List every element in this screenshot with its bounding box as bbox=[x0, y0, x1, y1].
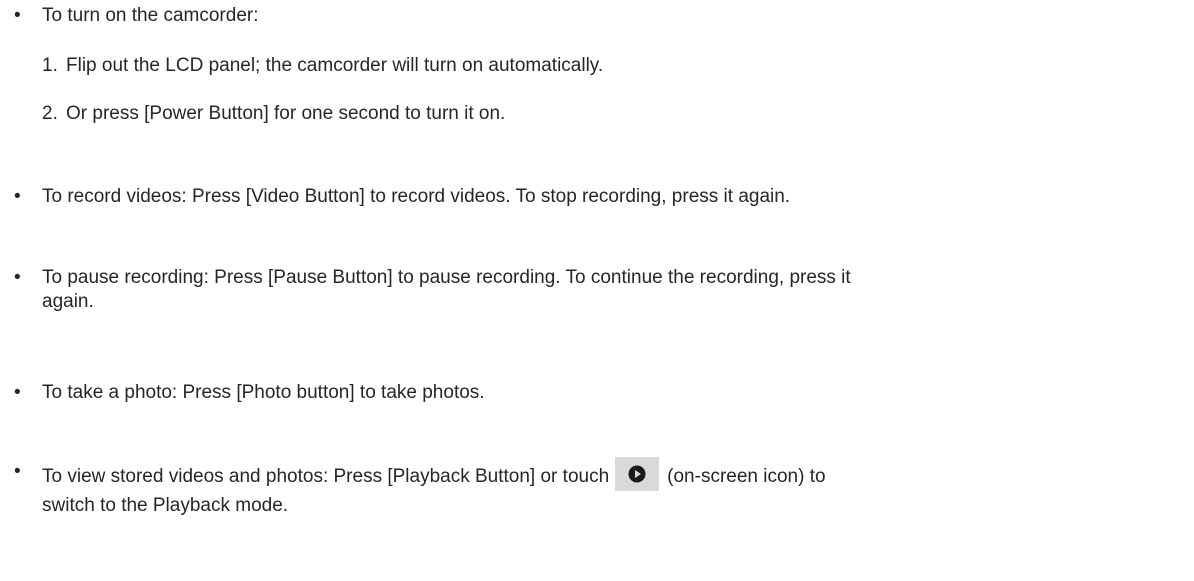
step-number: 2. bbox=[42, 103, 58, 124]
bullet-take-photo-text: To take a photo: Press [Photo button] to… bbox=[42, 382, 485, 403]
bullet-dot: • bbox=[14, 5, 21, 26]
step-item: 1. Flip out the LCD panel; the camcorder … bbox=[42, 54, 603, 78]
step-number: 1. bbox=[42, 55, 58, 76]
pause-line-1: To pause recording: Press [Pause Button]… bbox=[42, 267, 851, 288]
bullet-dot: • bbox=[14, 186, 21, 207]
bullet-record-videos-text: To record videos: Press [Video Button] t… bbox=[42, 186, 791, 207]
bullet-turn-on-text: To turn on the camcorder: bbox=[42, 5, 259, 26]
instructions-page: • To turn on the camcorder: 1. Flip out t… bbox=[0, 0, 1194, 581]
bullet-dot: • bbox=[14, 461, 21, 482]
bullet-pause-recording-text: To pause recording: Press [Pause Button]… bbox=[42, 266, 1182, 314]
view-line-2: switch to the Playback mode. bbox=[42, 495, 289, 516]
play-circle-icon bbox=[615, 457, 660, 491]
step-text: Flip out the LCD panel; the camcorder wi… bbox=[66, 55, 604, 76]
view-line-1-before: To view stored videos and photos: Press … bbox=[42, 466, 610, 488]
pause-line-2: again. bbox=[42, 291, 94, 312]
bullet-dot: • bbox=[14, 382, 21, 403]
bullet-view-stored-text: To view stored videos and photos: Press … bbox=[42, 457, 1182, 518]
bullet-dot: • bbox=[14, 267, 21, 288]
play-circle-icon-graphic bbox=[628, 465, 646, 483]
step-text: Or press [Power Button] for one second t… bbox=[66, 103, 506, 124]
step-item: 2. Or press [Power Button] for one second… bbox=[42, 102, 505, 126]
view-line-1-after: (on-screen icon) to bbox=[667, 466, 826, 488]
